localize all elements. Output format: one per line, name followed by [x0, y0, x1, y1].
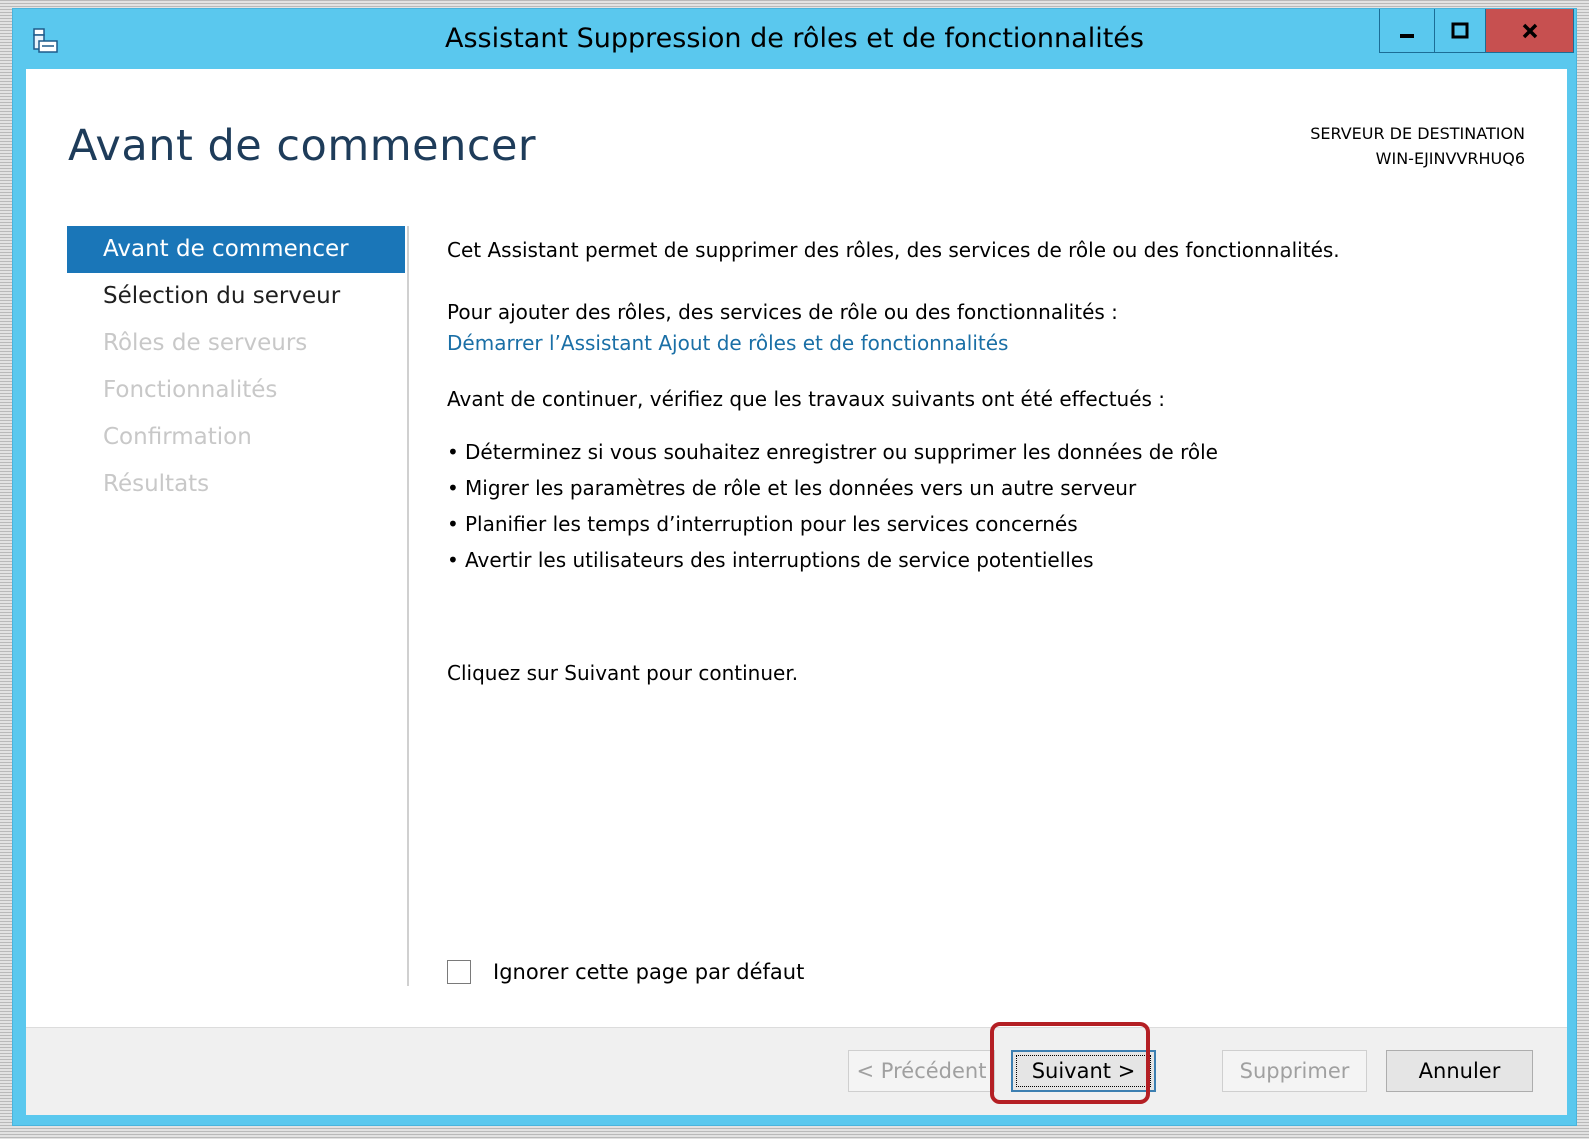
continue-instruction: Cliquez sur Suivant pour continuer. [447, 661, 799, 685]
skip-page-label[interactable]: Ignorer cette page par défaut [493, 960, 804, 984]
title-bar[interactable]: Assistant Suppression de rôles et de fon… [13, 9, 1576, 69]
maximize-button[interactable] [1434, 9, 1486, 53]
wizard-window: Assistant Suppression de rôles et de fon… [12, 8, 1577, 1126]
skip-page-checkbox[interactable] [447, 960, 471, 984]
previous-button[interactable]: < Précédent [848, 1050, 995, 1092]
wizard-footer: < Précédent Suivant > Supprimer Annuler [26, 1027, 1567, 1115]
page-title: Avant de commencer [68, 121, 537, 171]
close-button[interactable] [1486, 9, 1574, 53]
nav-item-selection-serveur[interactable]: Sélection du serveur [67, 273, 405, 320]
skip-page-option[interactable]: Ignorer cette page par défaut [447, 960, 804, 984]
close-icon [1522, 23, 1537, 38]
delete-button[interactable]: Supprimer [1222, 1050, 1367, 1092]
minimize-icon [1400, 33, 1414, 38]
list-item: Déterminez si vous souhaitez enregistrer… [447, 434, 1218, 470]
focus-rectangle [1016, 1055, 1151, 1087]
window-title: Assistant Suppression de rôles et de fon… [445, 23, 1144, 54]
destination-label: SERVEUR DE DESTINATION [1310, 124, 1525, 143]
minimize-button[interactable] [1379, 9, 1434, 53]
wizard-steps-nav: Avant de commencer Sélection du serveur … [67, 226, 405, 508]
nav-item-roles-serveurs: Rôles de serveurs [103, 330, 308, 356]
check-prompt-text: Avant de continuer, vérifiez que les tra… [447, 387, 1166, 411]
destination-server-info: SERVEUR DE DESTINATION WIN-EJINVVRHUQ6 [1310, 121, 1525, 171]
list-item: Migrer les paramètres de rôle et les don… [447, 470, 1218, 506]
next-button[interactable]: Suivant > [1011, 1050, 1156, 1092]
prerequisites-list: Déterminez si vous souhaitez enregistrer… [447, 434, 1218, 578]
nav-item-confirmation: Confirmation [103, 424, 252, 450]
list-item: Avertir les utilisateurs des interruptio… [447, 542, 1218, 578]
list-item: Planifier les temps d’interruption pour … [447, 506, 1218, 542]
nav-item-resultats: Résultats [103, 471, 210, 497]
maximize-icon [1451, 22, 1469, 38]
intro-text: Cet Assistant permet de supprimer des rô… [447, 238, 1340, 262]
add-roles-wizard-link[interactable]: Démarrer l’Assistant Ajout de rôles et d… [447, 331, 1008, 355]
cancel-button[interactable]: Annuler [1386, 1050, 1533, 1092]
destination-server-name: WIN-EJINVVRHUQ6 [1375, 149, 1525, 168]
nav-item-avant-de-commencer[interactable]: Avant de commencer [67, 226, 405, 273]
wizard-client-area: Avant de commencer SERVEUR DE DESTINATIO… [26, 69, 1567, 1115]
add-prompt-text: Pour ajouter des rôles, des services de … [447, 300, 1118, 324]
nav-item-fonctionnalites: Fonctionnalités [103, 377, 278, 403]
nav-divider [407, 226, 409, 986]
